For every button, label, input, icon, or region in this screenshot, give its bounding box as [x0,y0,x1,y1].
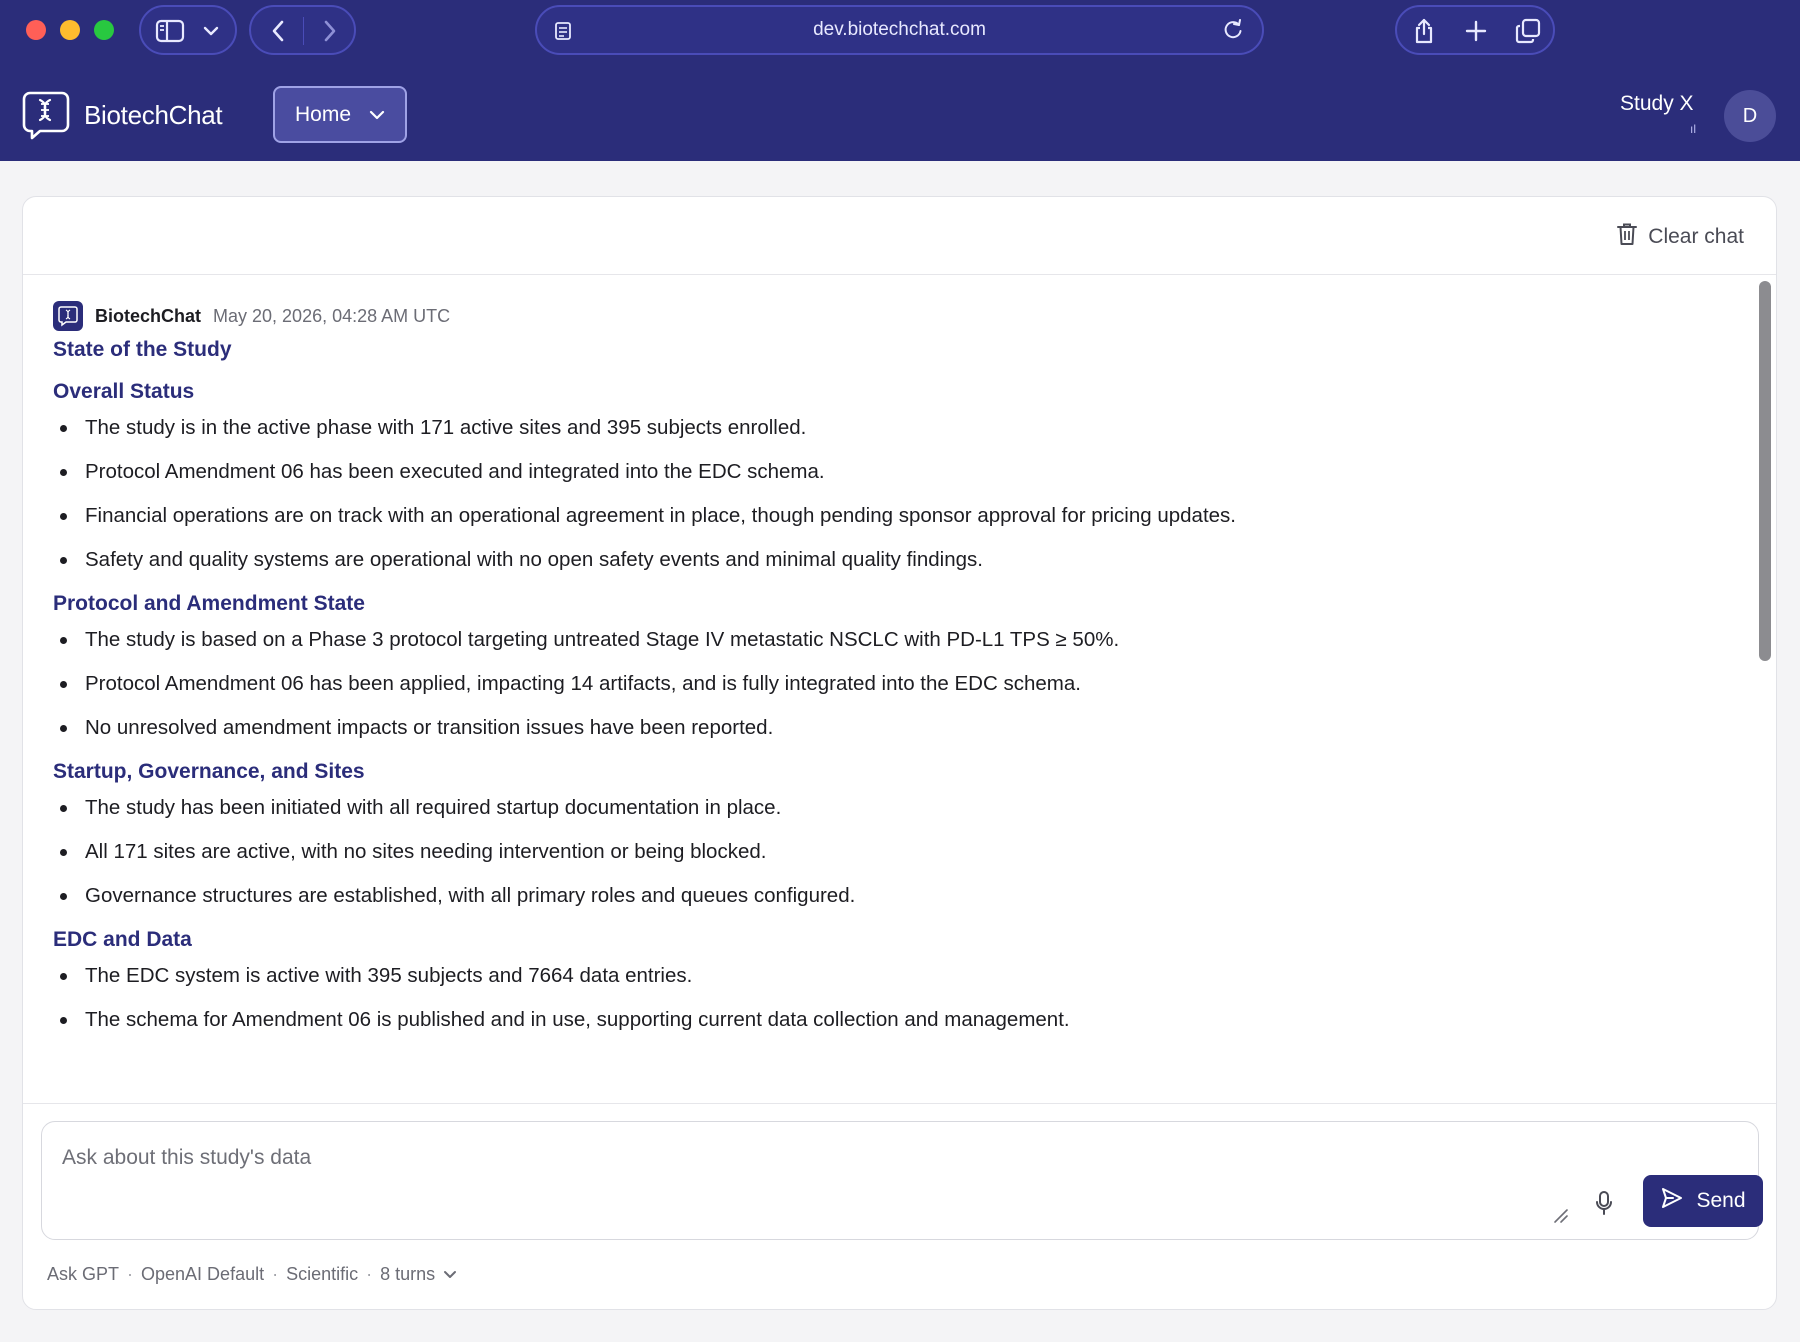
window-close-button[interactable] [26,20,46,40]
user-avatar[interactable]: D [1724,90,1776,142]
section-heading: EDC and Data [53,928,192,951]
composer: Send Ask GPT · OpenAI Default · Scientif… [23,1103,1776,1309]
brand-logo-icon[interactable] [20,90,70,140]
list-item: The study is in the active phase with 17… [53,416,1693,440]
study-signal-indicator: ıl [1690,122,1696,136]
brand-name[interactable]: BiotechChat [84,100,223,131]
message-body: State of the Study Overall Status The st… [53,338,1693,1052]
clear-chat-button[interactable]: Clear chat [1616,222,1744,252]
style-label[interactable]: Scientific [286,1264,358,1285]
list-item: Governance structures are established, w… [53,884,1693,908]
clear-chat-label: Clear chat [1648,225,1744,248]
resize-handle-icon[interactable] [1552,1207,1570,1230]
message-title: State of the Study [53,338,232,361]
bullet-list: The study is in the active phase with 17… [53,416,1693,572]
model-label[interactable]: OpenAI Default [141,1264,264,1285]
bullet-list: The study has been initiated with all re… [53,796,1693,908]
assistant-avatar-icon [53,301,83,331]
window-zoom-button[interactable] [94,20,114,40]
plus-icon[interactable] [1465,20,1487,42]
list-item: The schema for Amendment 06 is published… [53,1008,1693,1032]
list-item: Safety and quality systems are operation… [53,548,1693,572]
home-nav-label: Home [295,102,352,126]
back-arrow-icon[interactable] [269,19,287,43]
list-item: No unresolved amendment impacts or trans… [53,716,1693,740]
list-item: All 171 sites are active, with no sites … [53,840,1693,864]
microphone-icon[interactable] [1594,1190,1614,1221]
mode-label[interactable]: Ask GPT [47,1264,119,1285]
list-item: Protocol Amendment 06 has been executed … [53,460,1693,484]
message-sender: BiotechChat [95,305,202,326]
history-nav-group [249,5,356,55]
study-selector[interactable]: Study X [1620,92,1694,116]
list-item: Financial operations are on track with a… [53,504,1693,528]
forward-arrow-icon[interactable] [321,19,339,43]
bullet-list: The study is based on a Phase 3 protocol… [53,628,1693,740]
section-heading: Startup, Governance, and Sites [53,760,365,783]
trash-icon [1616,222,1638,252]
browser-actions-group [1395,5,1555,55]
page-info-icon[interactable] [553,20,573,42]
section-heading: Overall Status [53,380,195,403]
chat-panel: Clear chat BiotechChat May 20, 2026, 04:… [22,196,1777,1310]
chat-input[interactable] [62,1140,1262,1176]
separator: · [272,1264,279,1284]
sidebar-icon[interactable] [155,19,185,43]
message-list[interactable]: BiotechChat May 20, 2026, 04:28 AM UTC S… [23,276,1753,1102]
scrollbar-thumb[interactable] [1759,281,1771,661]
address-bar[interactable]: dev.biotechchat.com [535,5,1264,55]
message-timestamp: May 20, 2026, 04:28 AM UTC [213,305,451,326]
composer-settings: Ask GPT · OpenAI Default · Scientific · … [47,1264,457,1285]
list-item: The study is based on a Phase 3 protocol… [53,628,1693,652]
reload-icon[interactable] [1222,19,1244,41]
window-minimize-button[interactable] [60,20,80,40]
url-text: dev.biotechchat.com [813,19,986,40]
browser-toolbar: dev.biotechchat.com [0,0,1800,62]
message-header: BiotechChat May 20, 2026, 04:28 AM UTC [53,301,450,331]
turns-selector[interactable]: 8 turns [380,1264,435,1285]
send-button[interactable]: Send [1643,1175,1763,1227]
sidebar-toggle-group [139,5,237,55]
nav-divider [303,17,304,45]
section-heading: Protocol and Amendment State [53,592,365,615]
chat-panel-toolbar: Clear chat [23,197,1776,275]
tabs-overview-icon[interactable] [1515,18,1541,44]
chevron-down-icon[interactable] [203,25,219,37]
composer-box: Send [41,1121,1763,1240]
app-header: BiotechChat Home Study X ıl D [0,62,1800,161]
list-item: The EDC system is active with 395 subjec… [53,964,1693,988]
separator: · [127,1264,134,1284]
share-icon[interactable] [1413,17,1435,45]
list-item: Protocol Amendment 06 has been applied, … [53,672,1693,696]
message-scrollbar[interactable] [1757,279,1771,1099]
bullet-list: The EDC system is active with 395 subjec… [53,964,1693,1032]
chevron-down-icon[interactable] [443,1264,457,1285]
separator: · [366,1264,373,1284]
chevron-down-icon [369,103,385,127]
list-item: The study has been initiated with all re… [53,796,1693,820]
home-nav-dropdown[interactable]: Home [273,86,407,143]
send-icon [1660,1186,1684,1216]
send-label: Send [1696,1189,1746,1212]
